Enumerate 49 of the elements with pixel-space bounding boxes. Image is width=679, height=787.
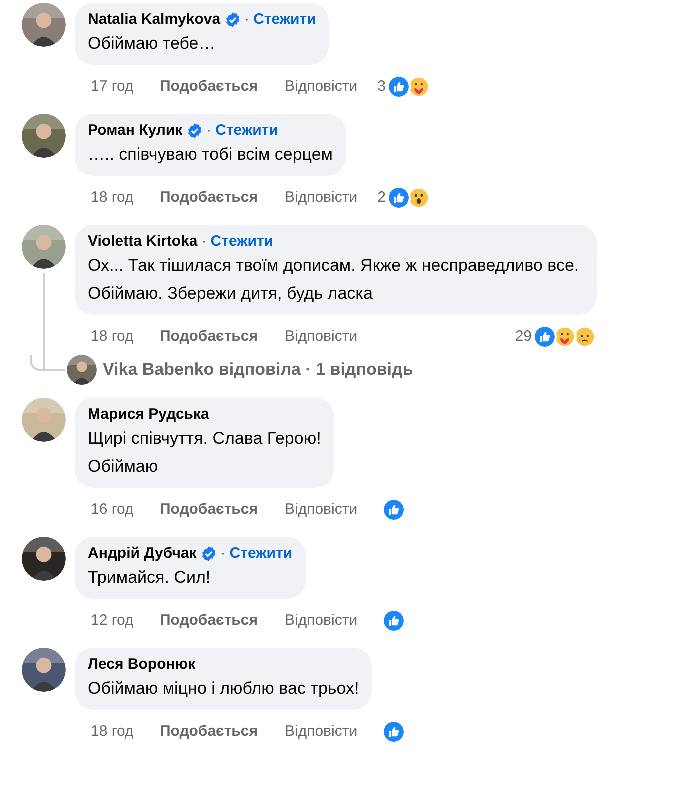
reaction-count[interactable]: 2 xyxy=(378,186,386,210)
separator-dot: · xyxy=(220,544,226,564)
like-reaction-icon xyxy=(382,609,406,633)
author-name[interactable]: Роман Кулик xyxy=(88,121,183,141)
follow-link[interactable]: Стежити xyxy=(210,232,274,252)
author-name[interactable]: Андрій Дубчак xyxy=(88,544,197,564)
like-link[interactable]: Подобається xyxy=(160,610,285,632)
author-name[interactable]: Natalia Kalmykova xyxy=(88,10,221,30)
like-reaction-icon xyxy=(382,498,406,522)
like-link[interactable]: Подобається xyxy=(160,326,285,348)
comment-text: Тримайся. Сил! xyxy=(88,567,212,589)
timestamp[interactable]: 18 год xyxy=(91,720,160,744)
separator-dot: · xyxy=(244,10,250,30)
like-link[interactable]: Подобається xyxy=(160,498,285,522)
author-name[interactable]: Леся Воронюк xyxy=(88,655,196,675)
comment-text: Обіймаю тебе… xyxy=(88,33,217,55)
timestamp[interactable]: 16 год xyxy=(91,498,160,522)
timestamp[interactable]: 17 год xyxy=(91,76,160,98)
reply-link[interactable]: Відповісти xyxy=(285,498,358,522)
comment-text: Обіймаю міцно і люблю вас трьох! xyxy=(88,678,360,700)
like-link[interactable]: Подобається xyxy=(160,720,285,744)
reply-link[interactable]: Відповісти xyxy=(285,610,358,632)
reply-link[interactable]: Відповісти xyxy=(285,186,358,210)
like-link[interactable]: Подобається xyxy=(160,186,285,210)
reaction-count[interactable]: 29 xyxy=(515,326,532,348)
reply-link[interactable]: Відповісти xyxy=(285,76,358,98)
follow-link[interactable]: Стежити xyxy=(216,121,278,141)
reaction-count[interactable]: 3 xyxy=(378,76,386,98)
like-reaction-icon xyxy=(386,75,411,99)
like-reaction-icon xyxy=(533,325,557,349)
comment-text: ….. співчуваю тобі всім серцем xyxy=(88,144,333,166)
follow-link[interactable]: Стежити xyxy=(254,10,316,30)
timestamp[interactable]: 18 год xyxy=(91,186,160,210)
author-name[interactable]: Violetta Kirtoka xyxy=(88,232,198,252)
reply-link[interactable]: Відповісти xyxy=(285,720,358,744)
separator-dot: · xyxy=(206,121,212,141)
like-reaction-icon xyxy=(382,720,406,744)
separator-dot: · xyxy=(202,232,207,252)
author-name[interactable]: Марися Рудська xyxy=(88,405,210,425)
view-replies-link[interactable]: Vika Babenko відповіла · 1 відповідь xyxy=(103,357,414,383)
comment-text: Щирі співчуття. Слава Герою! Обіймаю xyxy=(88,428,322,478)
like-link[interactable]: Подобається xyxy=(160,76,285,98)
reply-link[interactable]: Відповісти xyxy=(285,326,358,348)
like-reaction-icon xyxy=(386,186,411,210)
thread-connector-line xyxy=(30,355,65,371)
follow-link[interactable]: Стежити xyxy=(230,544,293,564)
comment-text: Ох... Так тішилася твоїм дописам. Якже ж несправедливо все. Обіймаю. Збережи дитя, будь ласка xyxy=(88,255,580,305)
timestamp[interactable]: 12 год xyxy=(91,610,160,632)
timestamp[interactable]: 18 год xyxy=(91,326,160,348)
